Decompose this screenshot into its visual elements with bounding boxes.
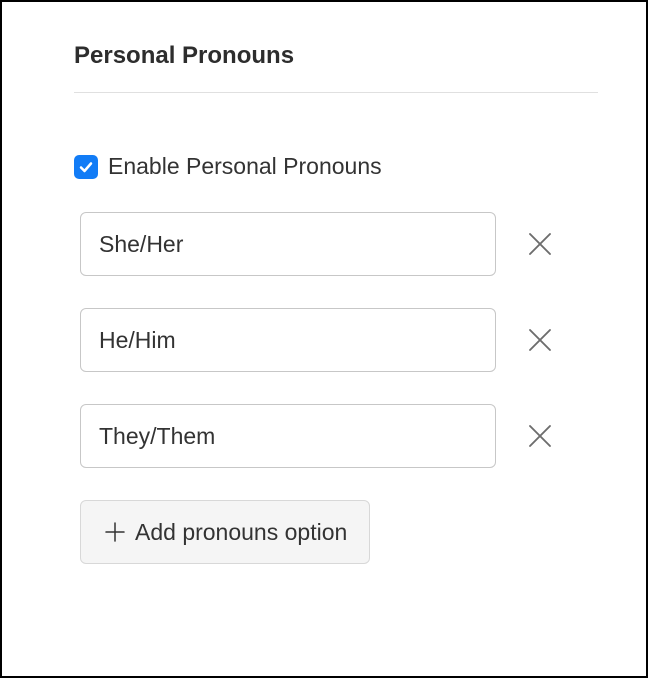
enable-checkbox[interactable] [74, 155, 98, 179]
close-icon [525, 229, 555, 259]
add-pronouns-label: Add pronouns option [135, 519, 347, 546]
remove-pronoun-button[interactable] [524, 228, 556, 260]
pronoun-row [74, 212, 598, 276]
pronoun-row [74, 404, 598, 468]
personal-pronouns-panel: Personal Pronouns Enable Personal Pronou… [0, 0, 648, 678]
enable-label: Enable Personal Pronouns [108, 153, 382, 180]
pronoun-input[interactable] [80, 212, 496, 276]
remove-pronoun-button[interactable] [524, 420, 556, 452]
divider [74, 92, 598, 93]
pronoun-input[interactable] [80, 404, 496, 468]
close-icon [525, 421, 555, 451]
section-title: Personal Pronouns [74, 42, 598, 92]
pronoun-row [74, 308, 598, 372]
remove-pronoun-button[interactable] [524, 324, 556, 356]
add-pronouns-button[interactable]: Add pronouns option [80, 500, 370, 564]
check-icon [78, 159, 94, 175]
pronoun-input[interactable] [80, 308, 496, 372]
close-icon [525, 325, 555, 355]
enable-row: Enable Personal Pronouns [74, 153, 598, 180]
plus-icon [103, 520, 127, 544]
